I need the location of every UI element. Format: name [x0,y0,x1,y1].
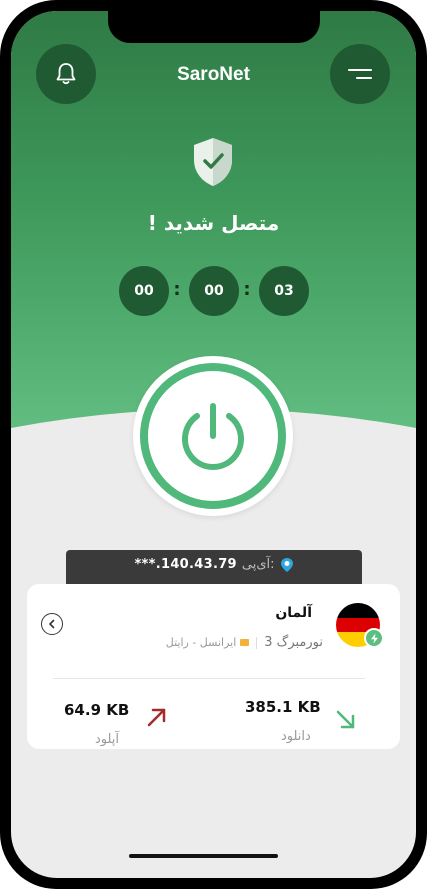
timer-seconds: 03 [259,266,309,316]
connection-status: متصل شدید ! [147,211,280,235]
ip-value: ***.140.43.79 [134,557,237,572]
upload-value: 64.9 KB [64,701,130,719]
download-label: دانلود [281,729,311,744]
server-isp: ایرانسل - رایتل [165,636,237,649]
phone-frame: SaroNet متصل شدید ! 00 : 00 : 03 ***.140… [0,0,427,889]
download-value: 385.1 KB [245,698,321,716]
app-screen: SaroNet متصل شدید ! 00 : 00 : 03 ***.140… [11,11,416,878]
timer-separator: : [243,279,251,300]
bolt-icon [364,628,384,648]
server-details: نورمبرگ 3 ایرانسل - رایتل [166,635,323,650]
upload-label: آپلود [95,732,120,747]
change-server-button[interactable] [41,613,63,635]
arrow-up-right-icon [147,708,166,727]
server-card: آلمان نورمبرگ 3 ایرانسل - رایتل 385.1 KB… [27,584,400,749]
timer-separator: : [173,279,181,300]
ip-label: آی‌پی: [241,557,275,572]
menu-icon [348,69,372,79]
shield-check-icon [194,138,232,186]
connection-timer: 00 : 00 : 03 [119,266,311,316]
timer-hours: 00 [119,266,169,316]
chevron-left-icon [49,619,55,629]
power-icon [140,363,286,509]
divider [256,636,258,649]
timer-minutes: 00 [189,266,239,316]
server-country: آلمان [275,605,312,621]
ip-pin-icon [280,558,293,572]
home-indicator[interactable] [129,854,278,858]
camera-notch [108,11,320,43]
power-button[interactable] [133,356,293,516]
server-city: نورمبرگ 3 [264,635,323,650]
card-divider [53,678,365,679]
sim-card-icon [240,639,250,646]
menu-button[interactable] [330,44,390,104]
arrow-down-right-icon [336,710,355,729]
